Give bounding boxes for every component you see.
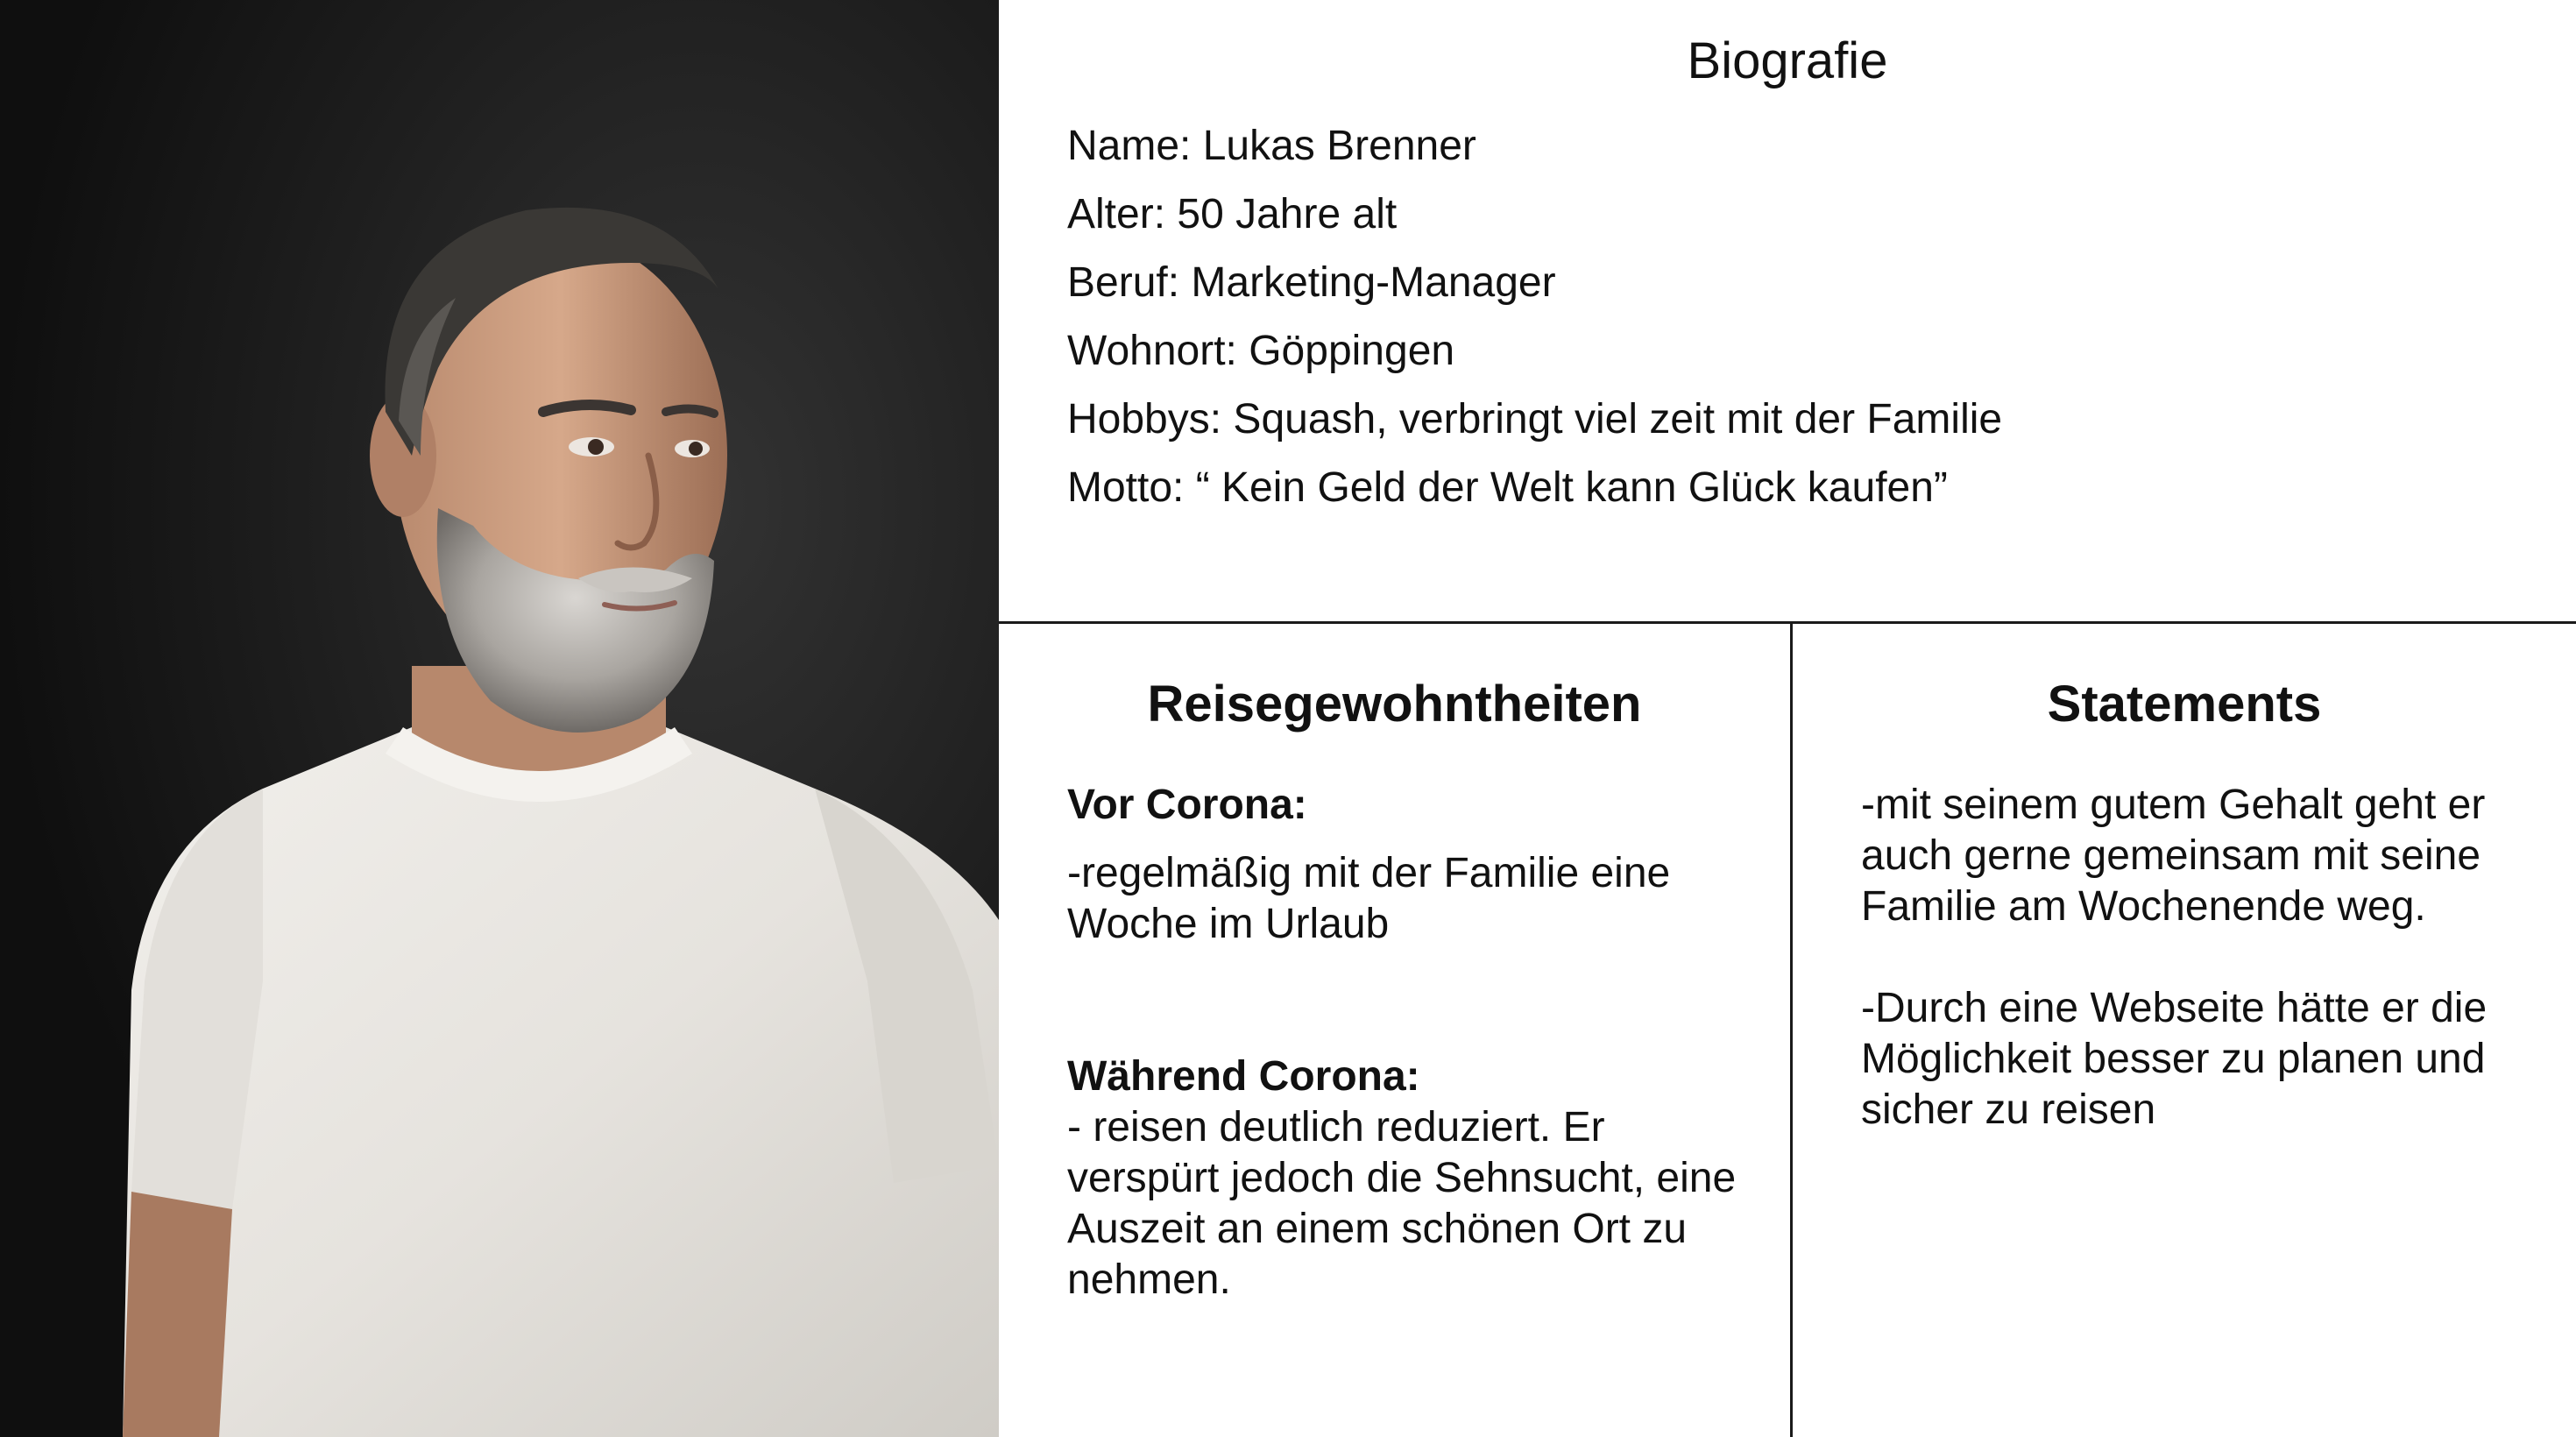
- during-corona-text: - reisen deutlich reduziert. Er verspürt…: [1067, 1104, 1737, 1303]
- biography-line-residence: Wohnort: Göppingen: [1067, 328, 1455, 374]
- man-portrait-image: [0, 0, 999, 1437]
- travel-habits-title: Reisegewohntheiten: [1147, 676, 1642, 733]
- biography-line-name: Name: Lukas Brenner: [1067, 123, 1476, 169]
- persona-photo: [0, 0, 999, 1437]
- biography-line-age: Alter: 50 Jahre alt: [1067, 191, 1398, 237]
- persona-content: Biografie Name: Lukas Brenner Alter: 50 …: [999, 0, 2576, 1437]
- statements-title: Statements: [2047, 676, 2322, 733]
- statement-item: -mit seinem gutem Gehalt geht er auch ge…: [1861, 782, 2486, 930]
- travel-habits-section: Reisegewohntheiten Vor Corona: -regelmäß…: [999, 624, 1790, 1437]
- biography-title: Biografie: [1687, 32, 1888, 89]
- before-corona-text: -regelmäßig mit der Familie eine Woche i…: [1067, 850, 1671, 947]
- statements-body: -mit seinem gutem Gehalt geht er auch ge…: [1861, 780, 2550, 1136]
- statements-section: Statements -mit seinem gutem Gehalt geht…: [1793, 624, 2576, 1437]
- persona-page: Biografie Name: Lukas Brenner Alter: 50 …: [0, 0, 2576, 1437]
- biography-list: Name: Lukas Brenner Alter: 50 Jahre alt …: [1067, 112, 2002, 522]
- biography-line-motto: Motto: “ Kein Geld der Welt kann Glück k…: [1067, 464, 1948, 511]
- travel-habits-body: Vor Corona: -regelmäßig mit der Familie …: [1067, 780, 1755, 1306]
- before-corona-heading: Vor Corona:: [1067, 782, 1307, 828]
- during-corona-heading: Während Corona:: [1067, 1053, 1420, 1100]
- biography-line-hobbies: Hobbys: Squash, verbringt viel zeit mit …: [1067, 396, 2003, 442]
- statement-item: -Durch eine Webseite hätte er die Möglic…: [1861, 985, 2488, 1133]
- biography-line-job: Beruf: Marketing-Manager: [1067, 259, 1556, 306]
